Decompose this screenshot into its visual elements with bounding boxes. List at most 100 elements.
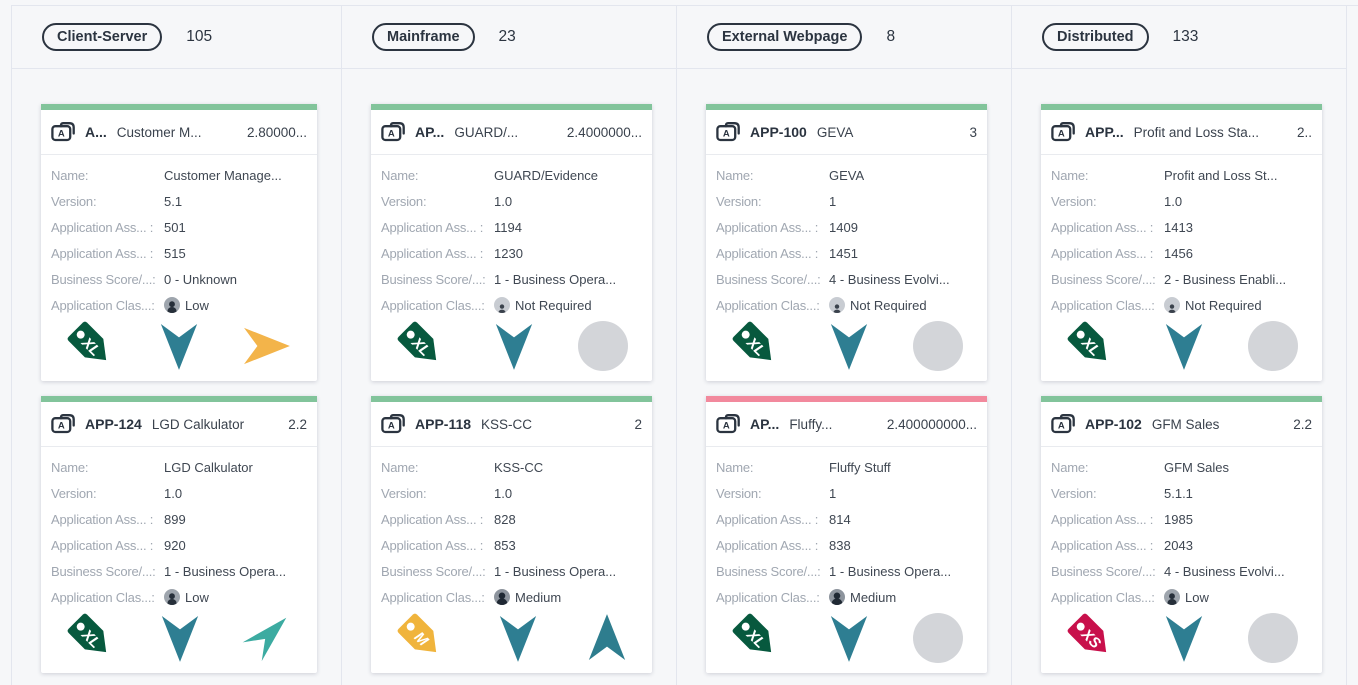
field-label: Application Clas...: [381,298,494,313]
empty-status-circle-icon[interactable] [913,613,963,663]
card-fields: Name: LGD Calkulator Version: 1.0 Applic… [41,447,317,610]
column-label-pill[interactable]: External Webpage [707,23,862,51]
field-label: Business Score/...: [1051,272,1164,287]
field-label: Business Score/...: [716,564,829,579]
size-tag-icon[interactable]: XL [395,319,449,373]
field-label: Application Clas...: [1051,298,1164,313]
card-id: AP... [415,124,444,140]
field-value: Profit and Loss St... [1164,168,1277,183]
card-field-row: Application Clas...: Medium [716,584,977,610]
card-field-row: Version: 1.0 [51,480,307,506]
person-not-required-icon [494,297,510,313]
person-medium-icon [829,589,845,605]
field-label: Application Ass... : [716,220,829,235]
card-header-value: 2.2 [1293,417,1312,432]
size-tag-icon[interactable]: XL [730,611,784,665]
field-value: 0 - Unknown [164,272,237,287]
application-card[interactable]: A APP... Profit and Loss Sta... 2.. Name… [1041,104,1322,381]
field-value: Low [1164,589,1209,605]
field-label: Name: [716,460,829,475]
field-label: Application Ass... : [1051,220,1164,235]
application-card[interactable]: A APP-102 GFM Sales 2.2 Name: GFM Sales … [1041,396,1322,673]
size-tag-icon[interactable]: XL [730,319,784,373]
board-column: External Webpage 8 A APP-100 GEVA 3 Name… [677,6,1012,685]
field-value: 853 [494,538,516,553]
application-card[interactable]: A APP-118 KSS-CC 2 Name: KSS-CC Version:… [371,396,652,673]
empty-status-circle-icon[interactable] [1248,613,1298,663]
card-field-row: Version: 5.1 [51,188,307,214]
card-field-row: Application Clas...: Low [51,292,307,318]
application-card[interactable]: A AP... GUARD/... 2.4000000... Name: GUA… [371,104,652,381]
svg-text:A: A [388,128,395,139]
navigation-up-right-icon[interactable] [241,611,293,665]
card-title: KSS-CC [481,417,624,432]
column-label-pill[interactable]: Client-Server [42,23,162,51]
application-card[interactable]: A APP-124 LGD Calkulator 2.2 Name: LGD C… [41,396,317,673]
card-field-row: Version: 1 [716,480,977,506]
size-tag-icon[interactable]: XL [1065,319,1119,373]
card-field-row: Business Score/...: 1 - Business Opera..… [716,558,977,584]
field-value: 4 - Business Evolvi... [1164,564,1285,579]
empty-status-circle-icon[interactable] [913,321,963,371]
card-fields: Name: GFM Sales Version: 5.1.1 Applicati… [1041,447,1322,610]
column-label-pill[interactable]: Mainframe [372,23,475,51]
size-tag-icon[interactable]: XS [1065,611,1119,665]
field-label: Name: [1051,168,1164,183]
chevron-down-icon[interactable] [159,611,201,665]
field-label: Application Ass... : [1051,538,1164,553]
arrow-right-icon[interactable] [239,325,293,367]
column-header: Client-Server 105 [12,6,341,69]
column-label-pill[interactable]: Distributed [1042,23,1149,51]
field-value: 828 [494,512,516,527]
column-cards: A APP-100 GEVA 3 Name: GEVA Version: 1 A… [677,69,1011,673]
field-label: Version: [381,486,494,501]
application-card[interactable]: A A... Customer M... 2.80000... Name: Cu… [41,104,317,381]
card-field-row: Business Score/...: 0 - Unknown [51,266,307,292]
field-label: Name: [381,168,494,183]
column-count: 133 [1173,28,1199,46]
column-label: Distributed [1057,29,1134,45]
card-status-icons: XL [706,318,987,381]
field-value: Medium [494,589,561,605]
person-low-icon [164,297,180,313]
chevron-down-icon[interactable] [828,611,870,665]
field-value: 920 [164,538,186,553]
card-field-row: Version: 1.0 [381,188,642,214]
field-label: Version: [1051,194,1164,209]
application-card[interactable]: A APP-100 GEVA 3 Name: GEVA Version: 1 A… [706,104,987,381]
column-cards: A APP... Profit and Loss Sta... 2.. Name… [1012,69,1346,673]
chevron-down-icon[interactable] [1163,319,1205,373]
chevron-down-icon[interactable] [1163,611,1205,665]
field-value: 1 - Business Opera... [829,564,951,579]
field-value: 899 [164,512,186,527]
arrow-up-icon[interactable] [586,611,628,665]
chevron-down-icon[interactable] [497,611,539,665]
card-status-icons: XL [41,318,317,381]
card-header-value: 2.2 [288,417,307,432]
chevron-down-icon[interactable] [828,319,870,373]
board-column: Mainframe 23 A AP... GUARD/... 2.4000000… [342,6,677,685]
size-tag-icon[interactable]: XL [65,611,119,665]
empty-status-circle-icon[interactable] [578,321,628,371]
field-value: 1413 [1164,220,1193,235]
card-title: GEVA [817,125,960,140]
size-tag-icon[interactable]: XL [65,319,119,373]
board-column: Distributed 133 A APP... Profit and Loss… [1012,6,1347,685]
field-label: Application Clas...: [51,298,164,313]
size-tag-icon[interactable]: M [395,611,449,665]
field-value: Not Required [829,297,927,313]
chevron-down-icon[interactable] [493,319,535,373]
card-id: APP-124 [85,416,142,432]
field-value: 1 - Business Opera... [494,564,616,579]
card-title: Customer M... [117,125,237,140]
application-card[interactable]: A AP... Fluffy... 2.400000000... Name: F… [706,396,987,673]
field-value: 1.0 [1164,194,1182,209]
field-label: Business Score/...: [381,272,494,287]
field-label: Version: [51,486,164,501]
card-field-row: Application Clas...: Not Required [716,292,977,318]
chevron-down-icon[interactable] [158,319,200,373]
card-field-row: Application Ass... : 828 [381,506,642,532]
empty-status-circle-icon[interactable] [1248,321,1298,371]
field-label: Name: [51,168,164,183]
column-header: Distributed 133 [1012,6,1346,69]
